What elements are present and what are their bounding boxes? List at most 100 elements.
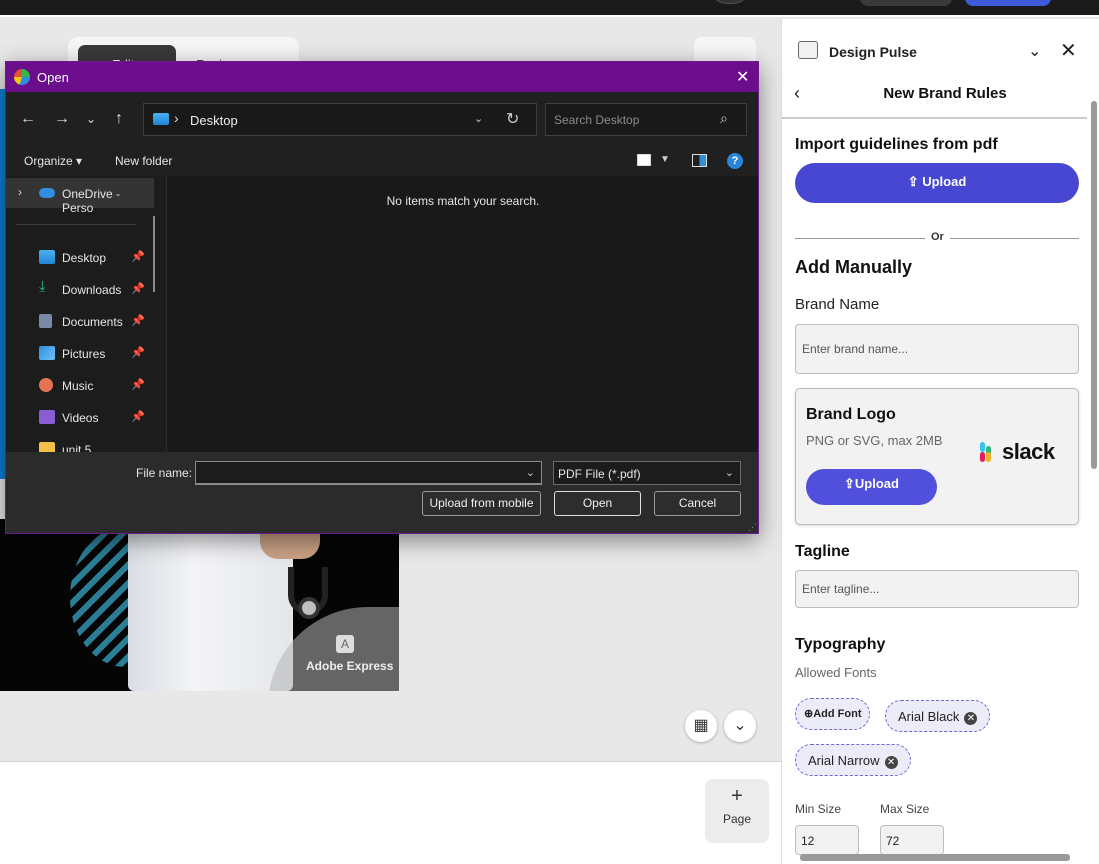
address-bar[interactable]: › Desktop ⌄ ↻	[143, 103, 537, 136]
font-chip[interactable]: Arial Black ✕	[885, 700, 991, 732]
download-button[interactable]	[965, 0, 1051, 6]
panel-horizontal-scrollbar[interactable]	[788, 851, 1086, 863]
preview-pane-icon[interactable]	[692, 154, 707, 167]
max-size-label: Max Size	[880, 802, 930, 816]
brand-logo-heading: Brand Logo	[806, 406, 896, 423]
plus-icon: +	[731, 785, 743, 807]
add-font-button[interactable]: ⊕Add Font	[795, 698, 871, 730]
share-button[interactable]	[860, 0, 952, 6]
brand-logo-hint: PNG or SVG, max 2MB	[806, 433, 943, 448]
slack-logo-text: slack	[1002, 439, 1055, 464]
brand-logo-upload-button[interactable]: ⇪Upload	[806, 469, 937, 505]
up-arrow-icon[interactable]: ↑	[115, 110, 123, 128]
download-icon: ⤓	[39, 278, 46, 295]
close-panel-icon[interactable]: ✕	[1060, 38, 1077, 63]
breadcrumb[interactable]: Desktop	[190, 113, 238, 128]
search-placeholder: Search Desktop	[554, 113, 640, 127]
adobe-express-icon: A	[336, 635, 354, 653]
remove-font-icon[interactable]: ✕	[964, 712, 978, 725]
add-manually-heading: Add Manually	[795, 257, 913, 277]
panel-vertical-scrollbar[interactable]	[1088, 87, 1099, 847]
upload-icon: ⇪	[844, 476, 855, 491]
sidebar-item-pictures[interactable]: Pictures 📌	[6, 338, 154, 368]
desktop-folder-icon	[39, 250, 55, 264]
remove-font-icon[interactable]: ✕	[884, 756, 898, 769]
file-type-select[interactable]: PDF File (*.pdf) ⌄	[553, 461, 741, 485]
pin-icon: 📌	[131, 283, 145, 295]
back-arrow-icon[interactable]: ←	[20, 110, 36, 128]
avatar[interactable]	[716, 0, 744, 4]
pin-icon: 📌	[131, 411, 145, 423]
min-size-label: Min Size	[795, 802, 842, 816]
top-bar	[0, 0, 1099, 17]
artboard-image[interactable]: A Adobe Express	[0, 519, 399, 691]
scrollbar-thumb[interactable]	[800, 854, 1070, 861]
new-folder-button[interactable]: New folder	[115, 154, 172, 168]
view-dropdown-icon[interactable]: ▼	[660, 154, 670, 165]
browser-app-icon	[14, 69, 30, 85]
sidebar-scrollbar[interactable]	[153, 216, 155, 292]
search-input[interactable]: Search Desktop ⌕	[545, 103, 747, 136]
chevron-down-icon[interactable]: ⌄	[725, 466, 734, 479]
sidebar-item-unit-5[interactable]: unit 5	[6, 434, 154, 452]
open-button[interactable]: Open	[554, 491, 641, 516]
open-file-dialog: Open ✕ ← → ⌄ ↑ › Desktop ⌄ ↻ Search Desk…	[5, 61, 759, 534]
resize-grip-icon[interactable]: ⋰	[748, 522, 757, 533]
desktop-folder-icon	[153, 113, 169, 125]
help-icon[interactable]: ?	[727, 153, 743, 169]
import-upload-button[interactable]: ⇪ Upload	[795, 163, 1079, 203]
tagline-input[interactable]: Enter tagline...	[795, 570, 1079, 608]
sidebar-item-onedrive[interactable]: › OneDrive - Perso	[6, 178, 154, 215]
collapse-chevron-icon[interactable]: ⌄	[1028, 41, 1041, 61]
font-chip-label: Arial Narrow	[808, 753, 880, 768]
watermark-text: Adobe Express	[306, 659, 394, 673]
brand-logo-card: Brand Logo PNG or SVG, max 2MB ⇪Upload s…	[795, 388, 1079, 525]
chevron-down-icon[interactable]: ⌄	[724, 710, 756, 742]
search-icon[interactable]: ⌕	[720, 110, 728, 127]
brand-name-input[interactable]: Enter brand name...	[795, 324, 1079, 374]
forward-arrow-icon[interactable]: →	[54, 110, 70, 128]
allowed-fonts-label: Allowed Fonts	[795, 665, 877, 680]
sidebar-item-desktop[interactable]: Desktop 📌	[6, 242, 154, 272]
dialog-title-bar: Open ✕	[6, 62, 758, 92]
grid-view-icon[interactable]: ▦	[685, 710, 717, 742]
font-chip[interactable]: Arial Narrow ✕	[795, 744, 911, 776]
sidebar-item-music[interactable]: Music 📌	[6, 370, 154, 400]
tagline-label: Tagline	[795, 543, 850, 560]
sidebar-item-documents[interactable]: Documents 📌	[6, 306, 154, 336]
view-mode-icon[interactable]	[637, 154, 651, 166]
brand-logo-preview: slack	[978, 439, 1055, 465]
command-bar: Organize ▾ New folder ▼ ?	[6, 146, 758, 176]
import-heading: Import guidelines from pdf	[795, 136, 998, 153]
sidebar-item-label: Music	[62, 379, 94, 393]
plus-circle-icon: ⊕	[804, 708, 814, 720]
scrollbar-thumb[interactable]	[1091, 101, 1097, 469]
stethoscope-bell	[298, 597, 320, 619]
upload-from-mobile-button[interactable]: Upload from mobile	[422, 491, 541, 516]
file-name-label: File name:	[136, 466, 193, 480]
refresh-icon[interactable]: ↻	[506, 109, 519, 129]
pin-icon: 📌	[131, 251, 145, 263]
file-list[interactable]: No items match your search.	[166, 176, 758, 452]
cloud-icon	[39, 188, 55, 198]
address-dropdown-icon[interactable]: ⌄	[474, 112, 483, 125]
sidebar-item-downloads[interactable]: ⤓ Downloads 📌	[6, 274, 154, 304]
upload-icon: ⇪	[907, 174, 923, 189]
brand-logo-upload-label: Upload	[854, 476, 899, 491]
file-name-input[interactable]: ⌄	[195, 461, 542, 485]
font-chip-label: Arial Black	[898, 709, 960, 724]
design-pulse-panel: Design Pulse ⌄ ✕ ‹ New Brand Rules Impor…	[781, 19, 1099, 864]
sidebar-item-label: OneDrive - Perso	[62, 187, 121, 215]
chevron-down-icon[interactable]: ⌄	[526, 466, 535, 479]
close-icon[interactable]: ✕	[736, 67, 749, 87]
sidebar-item-label: unit 5	[62, 443, 92, 452]
add-page-button[interactable]: + Page	[705, 779, 769, 843]
slack-logo-icon	[978, 442, 998, 462]
expand-chevron-icon[interactable]: ›	[18, 185, 22, 199]
pin-icon: 📌	[131, 347, 145, 359]
recent-locations-chevron-icon[interactable]: ⌄	[86, 112, 96, 126]
organize-menu-button[interactable]: Organize ▾	[24, 154, 82, 168]
cancel-button[interactable]: Cancel	[654, 491, 741, 516]
sidebar-item-videos[interactable]: Videos 📌	[6, 402, 154, 432]
pages-strip: + Page	[0, 761, 781, 864]
